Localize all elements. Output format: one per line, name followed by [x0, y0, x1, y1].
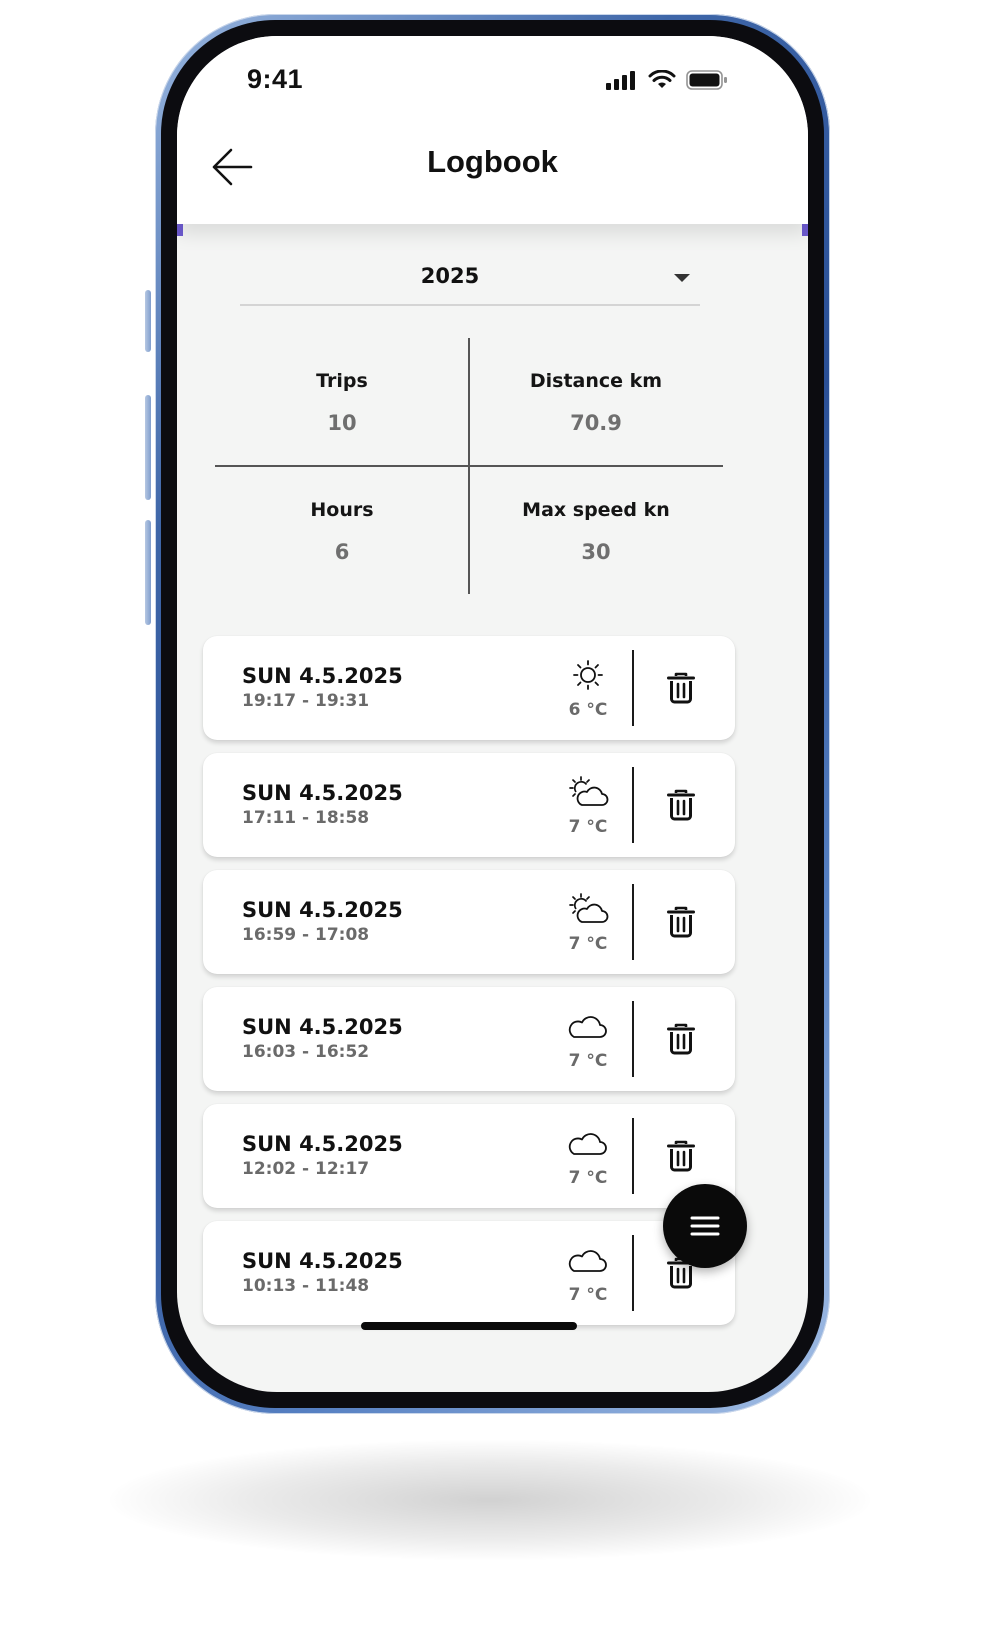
trip-temperature: 7 °C — [568, 1285, 608, 1305]
trip-card[interactable]: SUN 4.5.2025 17:11 - 18:58 7 °C — [203, 753, 735, 857]
stat-value: 70.9 — [570, 411, 622, 435]
year-select[interactable]: 2025 — [240, 258, 700, 306]
trip-card[interactable]: SUN 4.5.2025 10:13 - 11:48 7 °C — [203, 1221, 735, 1325]
card-divider — [632, 1001, 634, 1077]
stat-label: Hours — [310, 499, 374, 521]
delete-button[interactable] — [663, 787, 699, 823]
trash-icon — [667, 1023, 695, 1055]
trip-card[interactable]: SUN 4.5.2025 19:17 - 19:31 6 °C — [203, 636, 735, 740]
trip-temperature: 6 °C — [568, 700, 608, 720]
partly-cloudy-icon — [569, 776, 609, 806]
stat-value: 30 — [581, 540, 611, 564]
menu-icon — [690, 1216, 720, 1236]
trash-icon — [667, 672, 695, 704]
caret-down-icon — [674, 274, 690, 282]
trip-date: SUN 4.5.2025 — [242, 1132, 403, 1156]
card-divider — [632, 1118, 634, 1194]
stats-horizontal-divider — [215, 465, 723, 467]
stat-label: Distance km — [529, 370, 663, 392]
header-accent-right — [802, 224, 808, 236]
trip-time: 19:17 - 19:31 — [242, 691, 370, 711]
trip-temperature: 7 °C — [568, 817, 608, 837]
card-divider — [632, 650, 634, 726]
header-accent-left — [177, 224, 183, 236]
home-indicator[interactable] — [361, 1322, 577, 1330]
stat-hours: Hours 6 — [215, 497, 469, 565]
trip-temperature: 7 °C — [568, 1051, 608, 1071]
app-screen: 9:41 Logbook 2025 Trips 10 Distance km 7… — [177, 36, 808, 1392]
trip-time: 12:02 - 12:17 — [242, 1159, 370, 1179]
battery-icon — [686, 70, 727, 90]
stats-grid: Trips 10 Distance km 70.9 Hours 6 Max sp… — [215, 338, 725, 596]
card-divider — [632, 1235, 634, 1311]
mute-switch — [145, 290, 151, 352]
phone-shadow — [110, 1440, 870, 1560]
delete-button[interactable] — [663, 1021, 699, 1057]
trash-icon — [667, 789, 695, 821]
trip-date: SUN 4.5.2025 — [242, 664, 403, 688]
trip-time: 17:11 - 18:58 — [242, 808, 370, 828]
trip-card[interactable]: SUN 4.5.2025 16:03 - 16:52 7 °C — [203, 987, 735, 1091]
delete-button[interactable] — [663, 670, 699, 706]
trash-icon — [667, 1140, 695, 1172]
stat-trips: Trips 10 — [215, 368, 469, 436]
trip-date: SUN 4.5.2025 — [242, 898, 403, 922]
stat-label: Max speed kn — [522, 499, 670, 521]
status-time: 9:41 — [247, 64, 304, 94]
trip-temperature: 7 °C — [568, 1168, 608, 1188]
trash-icon — [667, 906, 695, 938]
card-divider — [632, 884, 634, 960]
menu-fab[interactable] — [663, 1184, 747, 1268]
card-divider — [632, 767, 634, 843]
stat-label: Trips — [316, 370, 368, 392]
stat-max-speed: Max speed kn 30 — [469, 497, 723, 565]
trip-time: 16:03 - 16:52 — [242, 1042, 370, 1062]
status-icons — [606, 68, 728, 92]
cloud-icon — [568, 1250, 607, 1272]
trip-card[interactable]: SUN 4.5.2025 16:59 - 17:08 7 °C — [203, 870, 735, 974]
trip-card[interactable]: SUN 4.5.2025 12:02 - 12:17 7 °C — [203, 1104, 735, 1208]
stat-distance: Distance km 70.9 — [469, 368, 723, 436]
delete-button[interactable] — [663, 904, 699, 940]
volume-down-button — [145, 520, 151, 625]
partly-cloudy-icon — [569, 893, 609, 923]
wifi-icon — [648, 70, 676, 88]
signal-icon — [606, 71, 635, 90]
sun-icon — [573, 660, 603, 690]
trip-date: SUN 4.5.2025 — [242, 1015, 403, 1039]
trip-time: 16:59 - 17:08 — [242, 925, 370, 945]
trip-date: SUN 4.5.2025 — [242, 1249, 403, 1273]
year-select-value: 2025 — [420, 264, 480, 288]
stage: 9:41 Logbook 2025 Trips 10 Distance km 7… — [0, 0, 981, 1635]
delete-button[interactable] — [663, 1138, 699, 1174]
cloud-icon — [568, 1133, 607, 1155]
trip-date: SUN 4.5.2025 — [242, 781, 403, 805]
trip-time: 10:13 - 11:48 — [242, 1276, 370, 1296]
page-title: Logbook — [427, 144, 558, 179]
app-header: 9:41 Logbook — [177, 36, 808, 224]
stat-value: 10 — [327, 411, 357, 435]
stat-value: 6 — [334, 540, 350, 564]
cloud-icon — [568, 1016, 607, 1038]
trip-temperature: 7 °C — [568, 934, 608, 954]
volume-up-button — [145, 395, 151, 500]
